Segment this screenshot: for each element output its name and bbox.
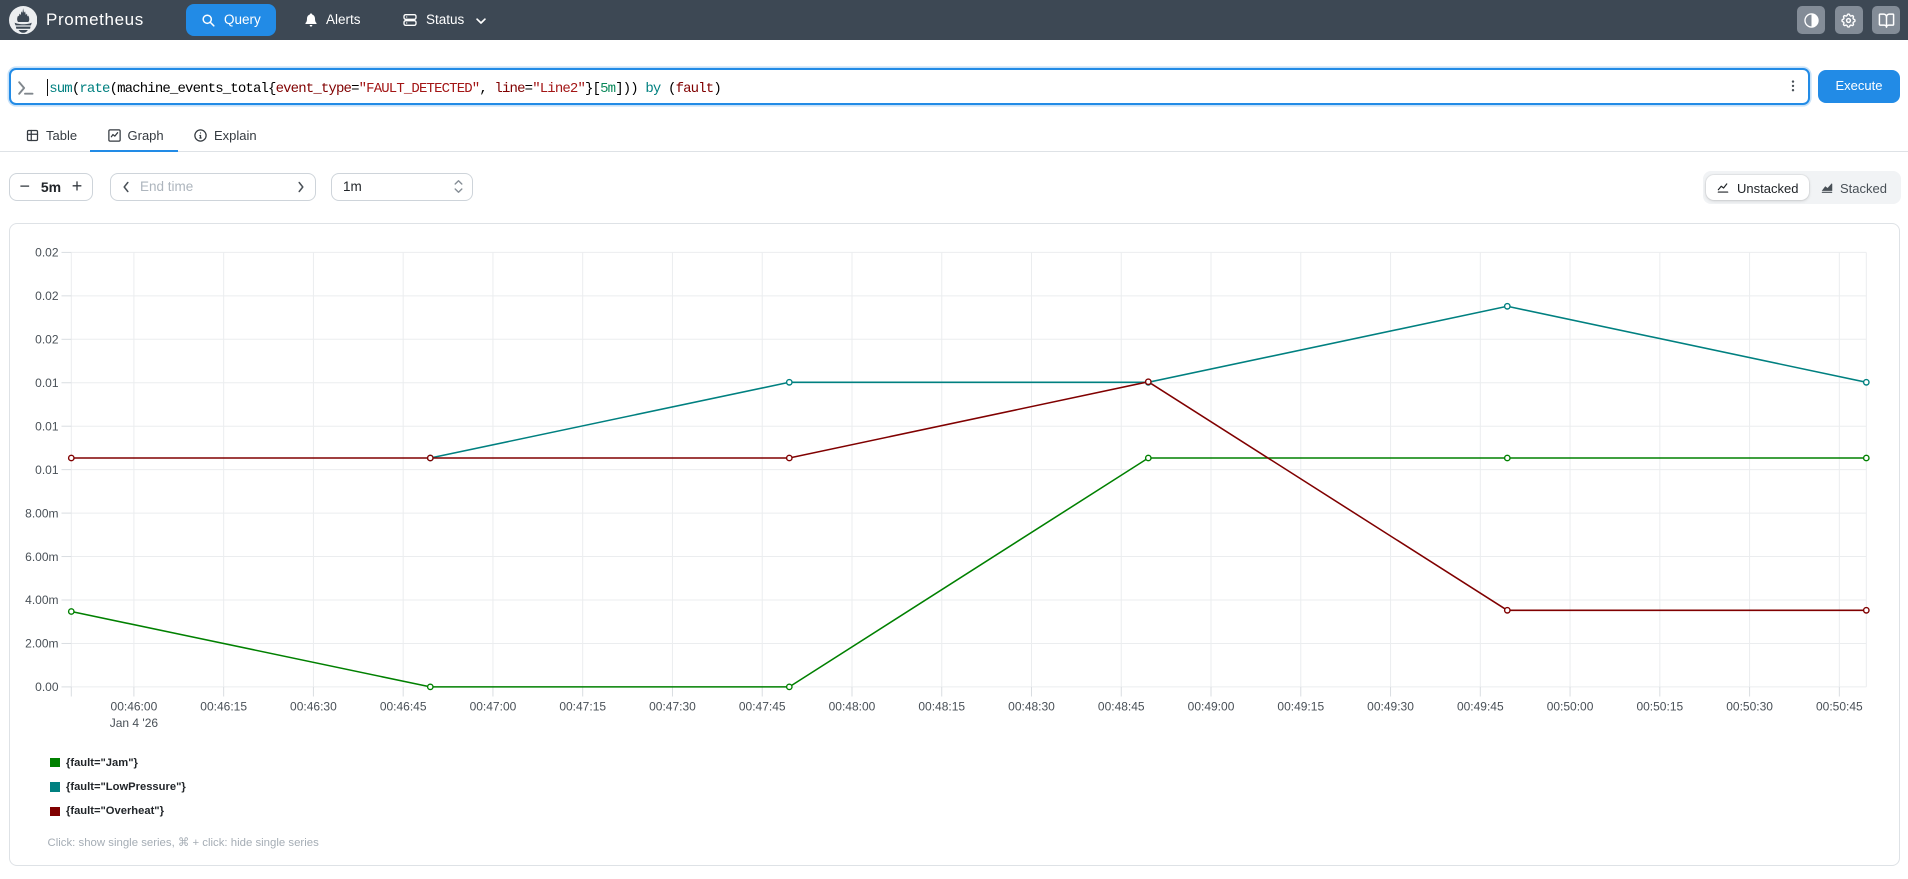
svg-text:00:49:45: 00:49:45 — [1457, 700, 1504, 714]
svg-text:8.00m: 8.00m — [25, 506, 58, 520]
svg-text:Jan 4 '26: Jan 4 '26 — [110, 716, 159, 730]
svg-text:00:46:30: 00:46:30 — [290, 700, 337, 714]
svg-text:0.02: 0.02 — [35, 246, 59, 260]
svg-text:00:50:15: 00:50:15 — [1636, 700, 1683, 714]
svg-text:4.00m: 4.00m — [25, 593, 58, 607]
svg-text:00:48:45: 00:48:45 — [1098, 700, 1145, 714]
svg-text:00:46:15: 00:46:15 — [200, 700, 247, 714]
svg-text:00:50:30: 00:50:30 — [1726, 700, 1773, 714]
svg-text:00:48:15: 00:48:15 — [918, 700, 965, 714]
svg-text:00:50:00: 00:50:00 — [1547, 700, 1594, 714]
svg-text:0.00: 0.00 — [35, 680, 59, 694]
svg-text:00:48:30: 00:48:30 — [1008, 700, 1055, 714]
svg-text:0.02: 0.02 — [35, 289, 59, 303]
svg-text:2.00m: 2.00m — [25, 637, 58, 651]
svg-text:0.01: 0.01 — [35, 419, 59, 433]
svg-text:6.00m: 6.00m — [25, 550, 58, 564]
svg-text:00:46:45: 00:46:45 — [380, 700, 427, 714]
svg-text:00:49:30: 00:49:30 — [1367, 700, 1414, 714]
svg-text:00:47:45: 00:47:45 — [739, 700, 786, 714]
svg-text:00:47:30: 00:47:30 — [649, 700, 696, 714]
svg-text:00:46:00: 00:46:00 — [111, 700, 158, 714]
svg-text:0.01: 0.01 — [35, 376, 59, 390]
svg-text:0.02: 0.02 — [35, 333, 59, 347]
svg-text:00:49:00: 00:49:00 — [1188, 700, 1235, 714]
svg-text:00:47:00: 00:47:00 — [470, 700, 517, 714]
svg-text:00:48:00: 00:48:00 — [829, 700, 876, 714]
svg-text:0.01: 0.01 — [35, 463, 59, 477]
svg-text:00:47:15: 00:47:15 — [559, 700, 606, 714]
svg-text:00:50:45: 00:50:45 — [1816, 700, 1863, 714]
svg-text:00:49:15: 00:49:15 — [1277, 700, 1324, 714]
